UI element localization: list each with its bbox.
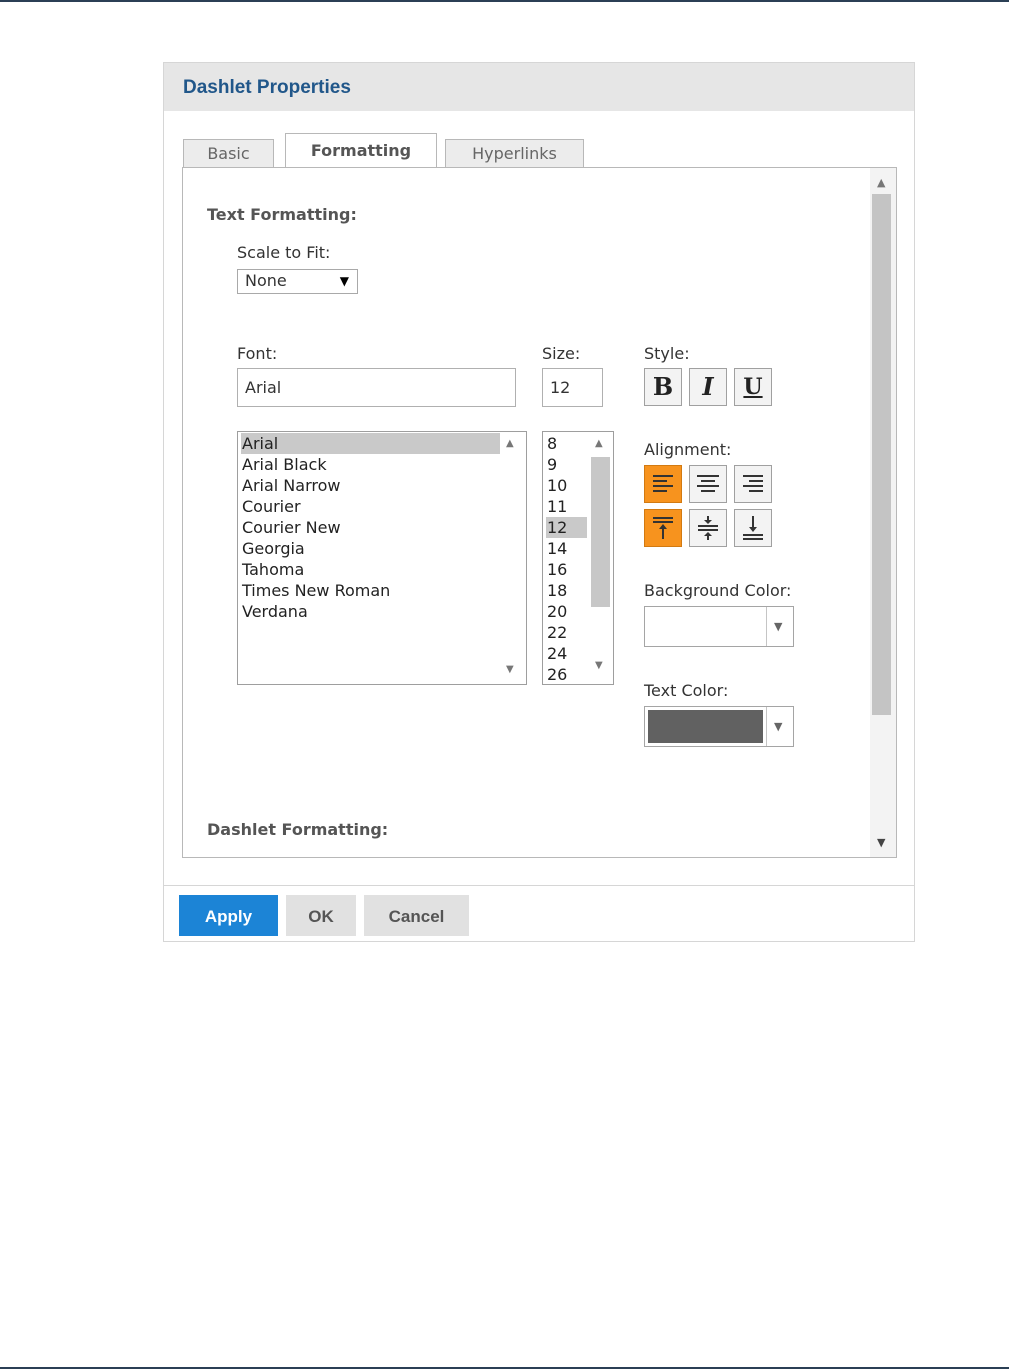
align-center-button[interactable]: [689, 465, 727, 503]
size-list-item[interactable]: 26: [546, 664, 567, 684]
size-list-item[interactable]: 12: [546, 517, 587, 538]
scale-to-fit-select[interactable]: None ▼: [237, 269, 358, 294]
size-list-item[interactable]: 22: [546, 622, 567, 643]
background-color-swatch: [648, 610, 763, 643]
size-scroll-thumb[interactable]: [591, 457, 610, 607]
dashlet-properties-dialog: Dashlet Properties Basic Formatting Hype…: [163, 62, 915, 942]
size-list-item[interactable]: 24: [546, 643, 567, 664]
page-top-rule: [0, 0, 1009, 2]
dropdown-arrow-icon: ▼: [339, 274, 349, 288]
size-list-item[interactable]: 10: [546, 475, 567, 496]
align-left-button[interactable]: [644, 465, 682, 503]
scroll-down-icon[interactable]: ▼: [506, 664, 514, 675]
tab-hyperlinks[interactable]: Hyperlinks: [445, 139, 584, 167]
align-right-button[interactable]: [734, 465, 772, 503]
text-color-swatch: [648, 710, 763, 743]
text-color-picker[interactable]: ▼: [644, 706, 794, 747]
scale-to-fit-value: None: [245, 271, 287, 290]
alignment-label: Alignment:: [644, 440, 732, 459]
font-list-item[interactable]: Georgia: [241, 538, 305, 559]
underline-icon: U: [743, 374, 763, 400]
bold-button[interactable]: B: [644, 368, 682, 406]
scale-to-fit-label: Scale to Fit:: [237, 243, 331, 262]
dashlet-formatting-title: Dashlet Formatting:: [207, 820, 389, 839]
scroll-down-icon[interactable]: ▼: [595, 660, 603, 671]
italic-icon: I: [702, 372, 714, 401]
align-top-button[interactable]: [644, 509, 682, 547]
page-bottom-rule: [0, 1367, 1009, 1369]
tab-basic[interactable]: Basic: [183, 139, 274, 167]
align-middle-button[interactable]: [689, 509, 727, 547]
background-color-label: Background Color:: [644, 581, 792, 600]
font-list-item[interactable]: Arial Black: [241, 454, 327, 475]
italic-button[interactable]: I: [689, 368, 727, 406]
scroll-up-icon[interactable]: ▲: [506, 438, 514, 449]
scroll-up-icon[interactable]: ▲: [877, 176, 885, 189]
size-input[interactable]: 12: [542, 368, 603, 407]
size-label: Size:: [542, 344, 581, 363]
scroll-up-icon[interactable]: ▲: [595, 438, 603, 449]
size-list-item[interactable]: 9: [546, 454, 557, 475]
font-label: Font:: [237, 344, 278, 363]
size-list-item[interactable]: 14: [546, 538, 567, 559]
footer-divider: [164, 885, 914, 886]
font-list-item[interactable]: Verdana: [241, 601, 308, 622]
cancel-button[interactable]: Cancel: [364, 895, 469, 936]
tab-formatting[interactable]: Formatting: [285, 133, 437, 167]
style-label: Style:: [644, 344, 690, 363]
size-list-item[interactable]: 18: [546, 580, 567, 601]
combo-divider: [766, 707, 767, 746]
underline-button[interactable]: U: [734, 368, 772, 406]
text-formatting-title: Text Formatting:: [207, 205, 357, 224]
size-list-item[interactable]: 8: [546, 433, 557, 454]
font-list-item[interactable]: Arial Narrow: [241, 475, 340, 496]
dialog-header: Dashlet Properties: [164, 63, 914, 111]
font-list-item[interactable]: Times New Roman: [241, 580, 390, 601]
align-center-icon: [697, 475, 719, 492]
font-list-item[interactable]: Tahoma: [241, 559, 304, 580]
dialog-title: Dashlet Properties: [183, 77, 351, 98]
font-list-item[interactable]: Courier: [241, 496, 301, 517]
align-bottom-button[interactable]: [734, 509, 772, 547]
align-middle-icon: [698, 516, 718, 540]
ok-button[interactable]: OK: [286, 895, 356, 936]
align-top-icon: [653, 517, 673, 539]
size-list-item[interactable]: 20: [546, 601, 567, 622]
apply-button[interactable]: Apply: [179, 895, 278, 936]
formatting-panel: Text Formatting: Scale to Fit: None ▼ Fo…: [182, 167, 897, 858]
font-list-item[interactable]: Arial: [241, 433, 500, 454]
size-list-item[interactable]: 11: [546, 496, 567, 517]
font-listbox[interactable]: Arial Arial Black Arial Narrow Courier C…: [237, 431, 527, 685]
dropdown-arrow-icon[interactable]: ▼: [774, 620, 782, 633]
font-input[interactable]: Arial: [237, 368, 516, 407]
size-list-item[interactable]: 16: [546, 559, 567, 580]
size-listbox[interactable]: 8 9 10 11 12 14 16 18 20 22 24 26 ▲ ▼: [542, 431, 614, 685]
align-bottom-icon: [743, 516, 763, 540]
bold-icon: B: [652, 372, 674, 401]
align-left-icon: [653, 475, 673, 492]
font-list-item[interactable]: Courier New: [241, 517, 341, 538]
text-color-label: Text Color:: [644, 681, 729, 700]
combo-divider: [766, 607, 767, 646]
panel-scroll-thumb[interactable]: [872, 194, 891, 715]
scroll-down-icon[interactable]: ▼: [877, 836, 885, 849]
background-color-picker[interactable]: ▼: [644, 606, 794, 647]
dropdown-arrow-icon[interactable]: ▼: [774, 720, 782, 733]
align-right-icon: [743, 475, 763, 492]
